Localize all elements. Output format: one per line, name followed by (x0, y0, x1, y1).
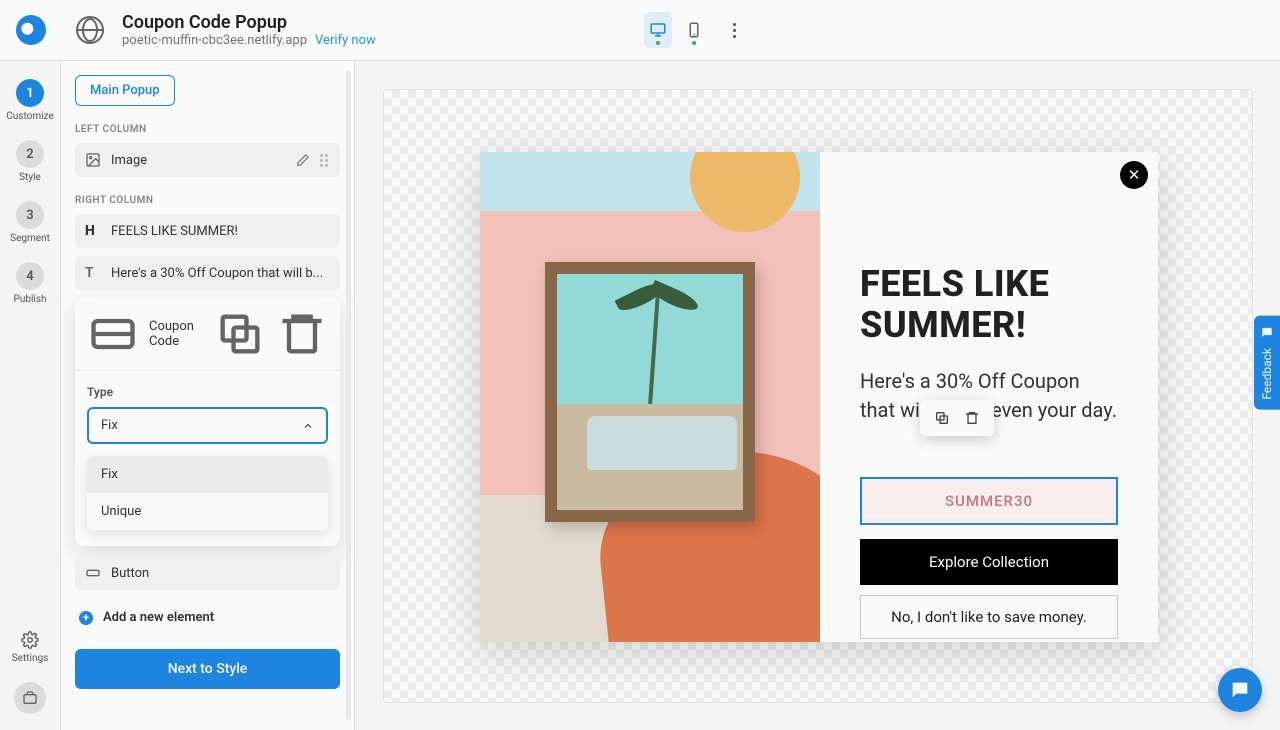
popup-preview: ✕ FEELS LIKE SUMMER! Here's a 30% Off Co… (480, 152, 1158, 642)
step-publish[interactable]: 4 Publish (14, 262, 47, 305)
next-to-style-button[interactable]: Next to Style (75, 649, 340, 689)
chevron-up-icon (302, 420, 314, 432)
workspace-button[interactable] (14, 682, 46, 714)
type-option-unique[interactable]: Unique (87, 493, 328, 530)
image-icon (85, 152, 101, 168)
page-title: Coupon Code Popup (122, 12, 376, 33)
device-toggle (644, 12, 744, 48)
canvas-frame[interactable]: ✕ FEELS LIKE SUMMER! Here's a 30% Off Co… (383, 89, 1253, 703)
chat-bubble-icon (1229, 679, 1251, 701)
chat-icon (1260, 326, 1274, 340)
step-segment[interactable]: 3 Segment (10, 201, 50, 244)
verify-link[interactable]: Verify now (315, 33, 376, 48)
globe-icon[interactable] (76, 16, 104, 44)
site-domain: poetic-muffin-cbc3ee.netlify.app (122, 33, 307, 48)
heading-icon: H (85, 223, 101, 239)
main-popup-chip[interactable]: Main Popup (75, 75, 175, 106)
plus-icon: + (79, 611, 93, 625)
more-menu-icon[interactable] (724, 20, 744, 40)
app-logo[interactable] (16, 15, 46, 45)
desktop-preview-button[interactable] (644, 12, 672, 48)
element-toolbar (920, 400, 994, 436)
popup-headline[interactable]: FEELS LIKE SUMMER! (860, 264, 1118, 347)
feedback-tab[interactable]: Feedback (1254, 316, 1280, 410)
type-select[interactable]: Fix (87, 407, 328, 444)
left-column-label: LEFT COLUMN (75, 124, 340, 135)
copy-icon[interactable] (934, 410, 950, 426)
coupon-code-box[interactable]: SUMMER30 (860, 477, 1118, 525)
top-header: Coupon Code Popup poetic-muffin-cbc3ee.n… (0, 0, 1280, 61)
element-image[interactable]: Image (75, 143, 340, 177)
briefcase-icon (22, 690, 38, 706)
scrollbar[interactable] (346, 71, 351, 720)
coupon-icon (87, 308, 139, 360)
editor-panel: Main Popup LEFT COLUMN Image RIGHT COLUM… (61, 61, 355, 730)
canvas-area: ✕ FEELS LIKE SUMMER! Here's a 30% Off Co… (355, 61, 1280, 730)
step-style[interactable]: 2 Style (16, 140, 44, 183)
type-dropdown: Fix Unique (87, 456, 328, 530)
popup-content-column: ✕ FEELS LIKE SUMMER! Here's a 30% Off Co… (820, 152, 1158, 642)
drag-handle-icon[interactable] (320, 154, 330, 167)
pencil-icon[interactable] (296, 153, 310, 167)
element-button[interactable]: Button (75, 556, 340, 590)
element-heading[interactable]: H FEELS LIKE SUMMER! (75, 214, 340, 248)
explore-button[interactable]: Explore Collection (860, 539, 1118, 585)
trash-icon[interactable] (964, 410, 980, 426)
copy-icon[interactable] (214, 308, 266, 360)
type-field-label: Type (87, 385, 328, 399)
settings-button[interactable]: Settings (12, 631, 49, 664)
button-icon (85, 565, 101, 581)
add-element-button[interactable]: + Add a new element (75, 604, 340, 631)
trash-icon[interactable] (276, 308, 328, 360)
coupon-title: Coupon Code (149, 319, 194, 349)
chat-launcher[interactable] (1218, 668, 1262, 712)
step-customize[interactable]: 1 Customize (6, 79, 53, 122)
text-icon: T (85, 265, 101, 281)
title-block: Coupon Code Popup poetic-muffin-cbc3ee.n… (122, 12, 376, 48)
mobile-preview-button[interactable] (680, 12, 708, 48)
right-column-label: RIGHT COLUMN (75, 195, 340, 206)
popup-image-column[interactable] (480, 152, 820, 642)
element-text[interactable]: T Here's a 30% Off Coupon that will b... (75, 256, 340, 290)
decline-button[interactable]: No, I don't like to save money. (860, 595, 1118, 639)
step-rail: 1 Customize 2 Style 3 Segment 4 Publish … (0, 61, 61, 730)
element-coupon-expanded: Coupon Code Type Fix Fix Unique (75, 298, 340, 546)
type-option-fix[interactable]: Fix (87, 456, 328, 493)
close-icon[interactable]: ✕ (1120, 161, 1148, 189)
gear-icon (21, 631, 39, 649)
